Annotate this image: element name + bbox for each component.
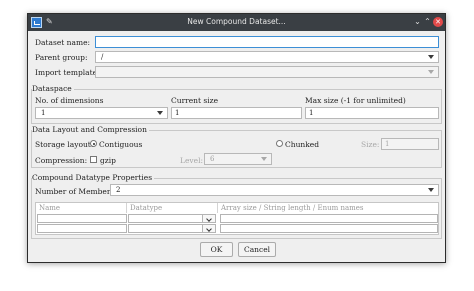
chevron-down-icon bbox=[428, 70, 434, 74]
chevron-down-icon[interactable] bbox=[202, 224, 216, 233]
contiguous-label: Contiguous bbox=[99, 140, 143, 149]
dims-select[interactable]: 1 bbox=[35, 107, 168, 119]
column-header-array-size: Array size / String length / Enum names bbox=[221, 204, 364, 212]
level-label: Level: bbox=[180, 156, 204, 165]
maximize-icon[interactable]: ⌃ bbox=[422, 16, 433, 28]
layout-group-title: Data Layout and Compression bbox=[32, 125, 149, 134]
members-value: 2 bbox=[116, 186, 121, 194]
current-size-input[interactable]: 1 bbox=[171, 107, 302, 119]
import-template-select[interactable] bbox=[95, 66, 439, 78]
parent-group-select[interactable]: / bbox=[95, 51, 439, 63]
member-name-cell[interactable] bbox=[37, 214, 127, 223]
size-label: Size: bbox=[361, 140, 380, 149]
member-name-cell[interactable] bbox=[37, 224, 127, 233]
chevron-down-icon bbox=[261, 157, 267, 161]
gzip-checkbox[interactable] bbox=[90, 156, 97, 163]
column-header-datatype: Datatype bbox=[127, 203, 218, 213]
compression-label: Compression: bbox=[35, 156, 88, 165]
max-size-input[interactable]: 1 bbox=[305, 107, 439, 119]
dims-value: 1 bbox=[41, 109, 46, 117]
cancel-button[interactable]: Cancel bbox=[238, 242, 276, 257]
import-template-label: Import template: bbox=[35, 68, 100, 77]
column-header-name: Name bbox=[36, 203, 127, 213]
storage-layout-label: Storage layout: bbox=[35, 140, 94, 149]
window-title: New Compound Dataset... bbox=[187, 17, 286, 26]
chunked-radio[interactable] bbox=[276, 140, 283, 147]
chevron-down-icon bbox=[157, 111, 163, 115]
chunked-label: Chunked bbox=[285, 140, 320, 149]
members-table: Name Datatype Array size / String length… bbox=[35, 202, 439, 235]
chevron-down-icon bbox=[428, 55, 434, 59]
close-icon[interactable]: ✕ bbox=[433, 17, 443, 27]
member-array-size-cell[interactable] bbox=[220, 214, 438, 223]
level-value: 6 bbox=[210, 155, 215, 163]
compound-group-title: Compound Datatype Properties bbox=[32, 173, 155, 182]
chevron-down-icon bbox=[428, 188, 434, 192]
parent-group-value: / bbox=[101, 53, 104, 61]
members-select[interactable]: 2 bbox=[110, 184, 439, 196]
max-size-label: Max size (-1 for unlimited) bbox=[305, 96, 406, 105]
gzip-label: gzip bbox=[100, 156, 116, 165]
ok-button[interactable]: OK bbox=[200, 242, 233, 257]
chunk-size-input[interactable]: 1 bbox=[381, 138, 439, 150]
contiguous-radio[interactable] bbox=[90, 140, 97, 147]
dims-label: No. of dimensions bbox=[35, 96, 104, 105]
dataset-name-input[interactable] bbox=[95, 36, 439, 48]
member-datatype-cell[interactable] bbox=[128, 224, 202, 233]
member-datatype-cell[interactable] bbox=[128, 214, 202, 223]
chevron-down-icon[interactable] bbox=[202, 214, 216, 223]
title-bar: ✎ New Compound Dataset... ⌄ ⌃ ✕ bbox=[28, 14, 445, 31]
parent-group-label: Parent group: bbox=[35, 53, 88, 62]
current-size-label: Current size bbox=[171, 96, 219, 105]
dataspace-group-title: Dataspace bbox=[32, 84, 74, 93]
dataset-name-label: Dataset name: bbox=[35, 38, 91, 47]
dialog-window: ✎ New Compound Dataset... ⌄ ⌃ ✕ Dataset … bbox=[27, 13, 446, 263]
members-label: Number of Members: bbox=[35, 187, 117, 196]
member-array-size-cell[interactable] bbox=[220, 224, 438, 233]
level-select[interactable]: 6 bbox=[204, 153, 272, 165]
